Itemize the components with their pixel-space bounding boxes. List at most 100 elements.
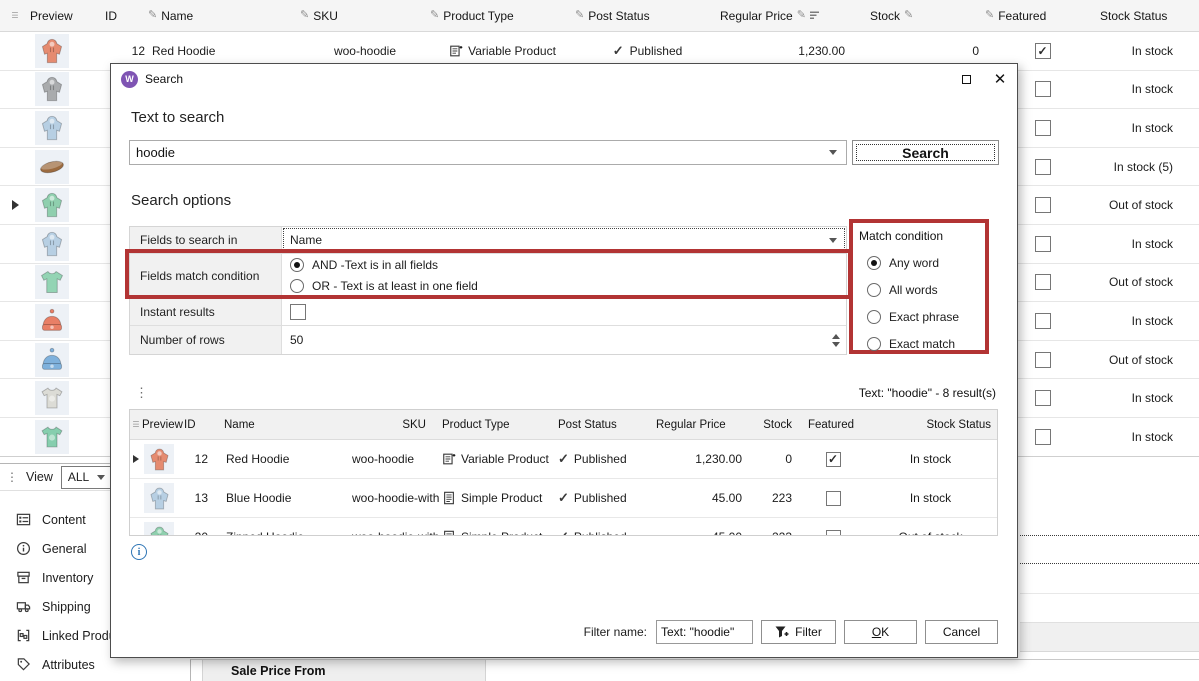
featured-checkbox[interactable] xyxy=(1035,274,1051,290)
number-of-rows-field[interactable]: 50 xyxy=(282,326,846,354)
product-thumbnail[interactable] xyxy=(35,150,69,184)
cell-stock-status[interactable]: In stock xyxy=(1100,71,1199,109)
product-thumbnail[interactable] xyxy=(35,381,69,415)
cell-stock-status[interactable]: In stock xyxy=(1100,109,1199,147)
product-thumbnail[interactable] xyxy=(35,343,69,377)
cell-name[interactable]: Zipped Hoodie xyxy=(224,518,352,536)
cell-id[interactable]: 13 xyxy=(184,479,224,517)
cell-stock-status[interactable]: Out of stock xyxy=(1100,341,1199,379)
cell-post-status[interactable]: ✓ Published xyxy=(558,479,656,517)
column-header[interactable]: Stock ✎ xyxy=(870,0,985,31)
column-header[interactable]: Stock Status xyxy=(864,410,997,439)
cell-stock-status[interactable]: In stock xyxy=(864,479,997,517)
product-thumbnail[interactable] xyxy=(35,420,69,454)
featured-checkbox[interactable] xyxy=(1035,429,1051,445)
close-button[interactable]: ✕ xyxy=(983,65,1017,93)
result-row[interactable]: 13 Blue Hoodie woo-hoodie-with Simple Pr… xyxy=(130,479,997,518)
column-header[interactable]: Name xyxy=(224,410,352,439)
column-header[interactable]: Preview xyxy=(142,410,184,439)
cell-product-type[interactable]: Simple Product xyxy=(442,479,558,517)
cell-stock-status[interactable]: In stock xyxy=(1100,379,1199,417)
featured-checkbox[interactable] xyxy=(826,452,841,467)
cell-stock-status[interactable]: In stock xyxy=(1100,418,1199,456)
column-header[interactable]: Regular Price xyxy=(656,410,752,439)
column-header[interactable]: Post Status xyxy=(558,410,656,439)
featured-checkbox[interactable] xyxy=(1035,390,1051,406)
more-options-icon[interactable]: ⋮ xyxy=(135,385,148,401)
drag-handle-icon[interactable]: ☰ xyxy=(11,12,18,20)
cell-name[interactable]: Red Hoodie xyxy=(224,440,352,478)
radio-option[interactable]: Exact phrase xyxy=(859,303,985,330)
sort-icon[interactable] xyxy=(810,11,820,20)
cell-stock[interactable]: 223 xyxy=(752,518,802,536)
product-thumbnail[interactable] xyxy=(144,483,174,513)
result-row[interactable]: 12 Red Hoodie woo-hoodie Variable Produc… xyxy=(130,440,997,479)
cell-id[interactable]: 20 xyxy=(184,518,224,536)
column-header[interactable]: ✎ Product Type xyxy=(430,0,575,31)
column-header[interactable]: ✎ SKU xyxy=(300,0,430,31)
result-row[interactable]: 20 Zipped Hoodie woo-hoodie-with Simple … xyxy=(130,518,997,536)
focused-empty-field[interactable] xyxy=(1020,535,1199,564)
spinner-up-icon[interactable] xyxy=(832,334,840,339)
product-thumbnail[interactable] xyxy=(35,188,69,222)
drag-handle-icon[interactable]: ☰ xyxy=(132,421,139,429)
cell-stock[interactable]: 0 xyxy=(752,440,802,478)
featured-checkbox[interactable] xyxy=(1035,236,1051,252)
product-thumbnail[interactable] xyxy=(35,72,69,106)
chevron-down-icon[interactable] xyxy=(829,238,837,243)
radio-option[interactable]: Any word xyxy=(859,249,985,276)
filter-name-input[interactable]: Text: "hoodie" xyxy=(656,620,753,644)
column-header[interactable]: SKU xyxy=(352,410,442,439)
spinner-down-icon[interactable] xyxy=(832,342,840,347)
product-thumbnail[interactable] xyxy=(35,34,69,68)
cell-id[interactable]: 12 xyxy=(184,440,224,478)
cell-stock[interactable]: 223 xyxy=(752,479,802,517)
cell-regular-price[interactable]: 1,230.00 xyxy=(656,440,752,478)
column-header[interactable]: ✎ Featured xyxy=(985,0,1100,31)
featured-checkbox[interactable] xyxy=(1035,352,1051,368)
column-header[interactable]: ✎ Name xyxy=(148,0,300,31)
cell-stock-status[interactable]: Out of stock xyxy=(864,518,997,536)
featured-checkbox[interactable] xyxy=(1035,159,1051,175)
search-input[interactable]: hoodie xyxy=(129,140,847,165)
featured-checkbox[interactable] xyxy=(826,491,841,506)
cancel-button[interactable]: Cancel xyxy=(925,620,998,644)
column-header[interactable]: Featured xyxy=(802,410,864,439)
column-header[interactable]: Stock xyxy=(752,410,802,439)
cell-stock-status[interactable]: In stock xyxy=(1100,32,1199,70)
dialog-titlebar[interactable]: W Search ✕ xyxy=(111,64,1017,94)
featured-checkbox[interactable] xyxy=(1035,81,1051,97)
featured-checkbox[interactable] xyxy=(1035,120,1051,136)
cell-stock-status[interactable]: In stock xyxy=(864,440,997,478)
cell-post-status[interactable]: ✓ Published xyxy=(558,518,656,536)
radio-icon[interactable] xyxy=(867,310,881,324)
cell-stock-status[interactable]: Out of stock xyxy=(1100,264,1199,302)
product-thumbnail[interactable] xyxy=(144,444,174,474)
cell-regular-price[interactable]: 45.00 xyxy=(656,479,752,517)
column-header[interactable]: Stock Status xyxy=(1100,0,1199,31)
cell-post-status[interactable]: ✓ Published xyxy=(558,440,656,478)
column-header[interactable]: Preview xyxy=(30,0,105,31)
radio-icon[interactable] xyxy=(867,256,881,270)
product-thumbnail[interactable] xyxy=(35,265,69,299)
radio-option[interactable]: Exact match xyxy=(859,330,985,357)
view-select[interactable]: ALL xyxy=(61,466,112,489)
column-header[interactable]: ID xyxy=(184,410,224,439)
maximize-button[interactable] xyxy=(949,65,983,93)
cell-name[interactable]: Blue Hoodie xyxy=(224,479,352,517)
cell-stock-status[interactable]: Out of stock xyxy=(1100,186,1199,224)
ok-button[interactable]: OK xyxy=(844,620,917,644)
featured-checkbox[interactable] xyxy=(826,530,841,537)
cell-stock-status[interactable]: In stock xyxy=(1100,302,1199,340)
filter-button[interactable]: Filter xyxy=(761,620,836,644)
cell-stock-status[interactable]: In stock xyxy=(1100,225,1199,263)
radio-icon[interactable] xyxy=(867,337,881,351)
column-header[interactable]: ✎ Post Status xyxy=(575,0,720,31)
product-thumbnail[interactable] xyxy=(35,227,69,261)
column-header[interactable]: Product Type xyxy=(442,410,558,439)
radio-option[interactable]: All words xyxy=(859,276,985,303)
cell-sku[interactable]: woo-hoodie-with xyxy=(352,518,442,536)
product-thumbnail[interactable] xyxy=(35,304,69,338)
cell-regular-price[interactable]: 45.00 xyxy=(656,518,752,536)
featured-checkbox[interactable] xyxy=(1035,43,1051,59)
